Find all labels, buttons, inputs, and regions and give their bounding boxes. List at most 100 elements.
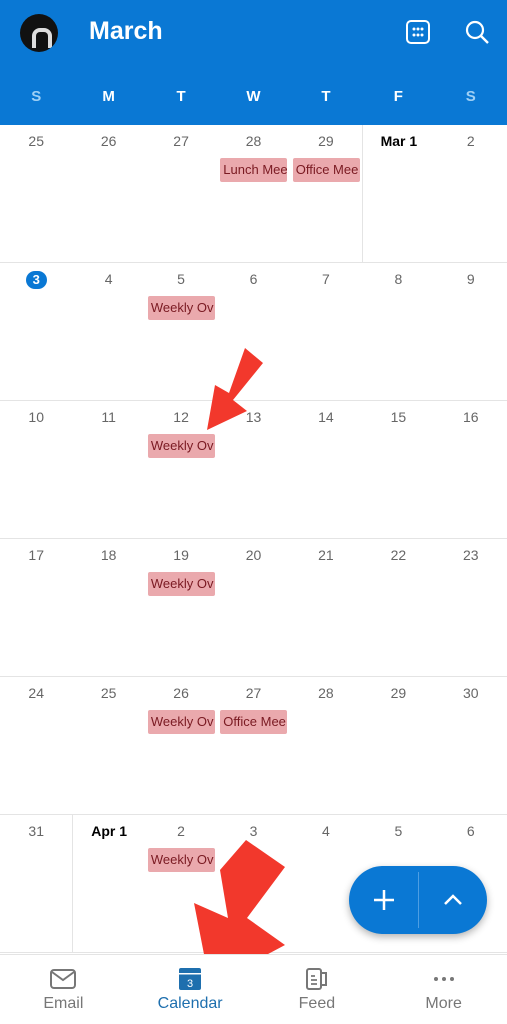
week-row: 25 26 27 28 Lunch Mee 29 Office Mee Mar 1 2 — [0, 125, 507, 263]
day-cell[interactable]: 14 — [290, 401, 362, 539]
event-chip[interactable]: Office Mee — [292, 158, 360, 182]
day-cell[interactable]: 12 Weekly Ov — [145, 401, 217, 539]
event-chip[interactable]: Weekly Ov — [147, 296, 215, 320]
day-view-icon[interactable] — [404, 18, 432, 46]
day-cell[interactable]: 3 — [217, 815, 289, 953]
day-number-text: Mar 1 — [380, 133, 418, 149]
day-number-text: 16 — [463, 409, 479, 425]
today-date: 3 — [0, 271, 72, 289]
day-number: 12 — [145, 409, 217, 425]
day-cell[interactable]: 27 — [145, 125, 217, 263]
day-number-text: 22 — [390, 547, 407, 563]
nav-calendar[interactable]: 3 Calendar — [127, 955, 254, 1024]
day-cell[interactable]: 6 — [217, 263, 289, 401]
day-number: 27 — [217, 685, 289, 701]
day-number: 5 — [362, 823, 434, 839]
day-cell[interactable]: 31 — [0, 815, 72, 953]
day-cell[interactable]: 13 — [217, 401, 289, 539]
nav-email[interactable]: Email — [0, 955, 127, 1024]
day-number: 14 — [290, 409, 362, 425]
event-chip[interactable]: Weekly Ov — [147, 572, 215, 596]
day-number: 19 — [145, 547, 217, 563]
day-number-text: 28 — [318, 685, 334, 701]
day-number-text: 6 — [249, 271, 258, 287]
day-cell[interactable]: 29 Office Mee — [290, 125, 362, 263]
day-number-text: 6 — [466, 823, 475, 839]
new-event-button[interactable] — [349, 866, 418, 934]
day-cell[interactable]: 25 — [72, 677, 144, 815]
day-number-text: 10 — [28, 409, 44, 425]
day-number: 29 — [290, 133, 362, 149]
day-cell[interactable]: 10 — [0, 401, 72, 539]
avatar[interactable] — [20, 14, 58, 52]
plus-icon — [373, 890, 394, 910]
day-cell[interactable]: 27 Office Mee — [217, 677, 289, 815]
search-icon[interactable] — [463, 18, 491, 46]
day-number-text: 2 — [177, 823, 185, 839]
weekday-label: S — [31, 88, 42, 105]
day-cell[interactable]: 5 Weekly Ov — [145, 263, 217, 401]
nav-feed[interactable]: Feed — [254, 955, 381, 1024]
weekday-label: S — [465, 88, 476, 105]
day-cell[interactable]: 29 — [362, 677, 434, 815]
day-number: 13 — [217, 409, 289, 425]
nav-label: More — [425, 995, 462, 1012]
day-cell[interactable]: Apr 1 — [72, 815, 144, 953]
day-number-text: 31 — [28, 823, 44, 839]
day-cell[interactable]: 26 Weekly Ov — [145, 677, 217, 815]
day-number: Apr 1 — [73, 823, 144, 839]
nav-more[interactable]: More — [380, 955, 507, 1024]
nav-label: Email — [43, 995, 84, 1012]
event-chip[interactable]: Weekly Ov — [147, 434, 215, 458]
day-cell[interactable]: 23 — [435, 539, 507, 677]
day-cell[interactable]: 4 — [72, 263, 144, 401]
day-number-text: 2 — [466, 133, 475, 149]
day-cell[interactable]: 3 — [0, 263, 72, 401]
day-cell[interactable]: 19 Weekly Ov — [145, 539, 217, 677]
day-cell[interactable]: 15 — [362, 401, 434, 539]
day-number: 22 — [362, 547, 434, 563]
day-number: 26 — [72, 133, 144, 149]
event-chip[interactable]: Lunch Mee — [220, 158, 288, 182]
day-cell[interactable]: 8 — [362, 263, 434, 401]
event-chip[interactable]: Weekly Ov — [147, 848, 215, 872]
day-number: 4 — [290, 823, 362, 839]
day-number-text: 5 — [177, 271, 185, 287]
day-number-text: 26 — [100, 133, 117, 149]
day-number-text: 26 — [173, 685, 189, 701]
day-cell[interactable]: 9 — [435, 263, 507, 401]
day-cell[interactable]: 30 — [435, 677, 507, 815]
month-title[interactable]: March — [89, 17, 163, 46]
day-cell[interactable]: 22 — [362, 539, 434, 677]
collapse-button[interactable] — [418, 866, 487, 934]
day-cell[interactable]: 7 — [290, 263, 362, 401]
day-number-text: 29 — [318, 133, 334, 149]
day-cell[interactable]: 28 Lunch Mee — [217, 125, 289, 263]
day-cell[interactable]: 16 — [435, 401, 507, 539]
weekday-label: M — [102, 88, 115, 105]
day-cell[interactable]: 2 — [435, 125, 507, 263]
day-cell[interactable]: 11 — [72, 401, 144, 539]
day-cell[interactable]: 24 — [0, 677, 72, 815]
day-cell[interactable]: 17 — [0, 539, 72, 677]
day-cell[interactable]: 25 — [0, 125, 72, 263]
event-chip[interactable]: Office Mee — [220, 710, 288, 734]
day-cell[interactable]: 2 Weekly Ov — [145, 815, 217, 953]
day-number-text: 24 — [28, 685, 44, 701]
day-cell[interactable]: 21 — [290, 539, 362, 677]
day-number-text: 4 — [104, 271, 113, 287]
day-cell[interactable]: 20 — [217, 539, 289, 677]
day-cell[interactable]: 26 — [72, 125, 144, 263]
day-number: 28 — [217, 133, 289, 149]
week-row: 3 4 5 Weekly Ov 6 7 8 9 — [0, 263, 507, 401]
day-cell[interactable]: 18 — [72, 539, 144, 677]
day-cell[interactable]: Mar 1 — [362, 125, 434, 263]
chevron-up-icon — [443, 894, 462, 905]
day-number-text: 20 — [245, 547, 262, 563]
feed-icon — [305, 968, 327, 990]
day-cell[interactable]: 28 — [290, 677, 362, 815]
day-number: 11 — [72, 409, 144, 425]
day-number: 20 — [217, 547, 289, 563]
event-chip[interactable]: Weekly Ov — [147, 710, 215, 734]
day-number-text: 5 — [394, 823, 403, 839]
